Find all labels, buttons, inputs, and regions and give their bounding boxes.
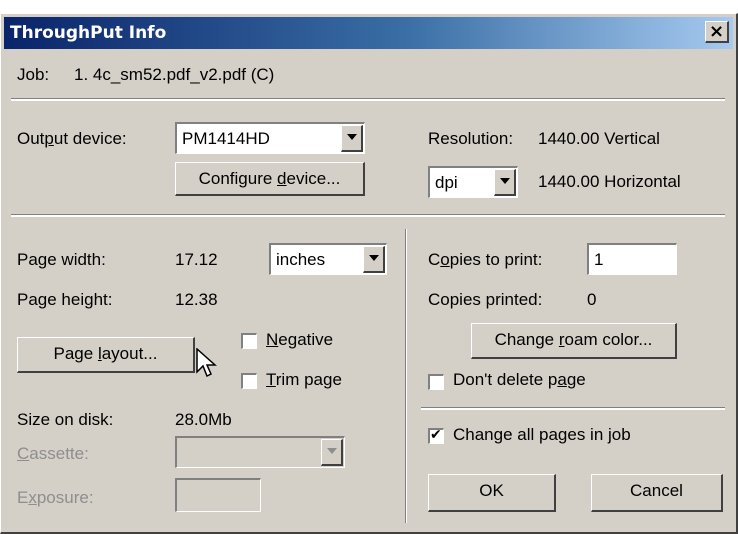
dont-delete-page-label[interactable]: Don't delete page	[453, 370, 586, 390]
separator	[11, 98, 725, 101]
cassette-label: Cassette:	[17, 444, 89, 463]
change-all-pages-label[interactable]: Change all pages in job	[453, 425, 631, 445]
resolution-horizontal: 1440.00 Horizontal	[538, 172, 681, 191]
page-width-label: Page width:	[17, 250, 106, 269]
exposure-field	[175, 478, 261, 512]
page-width-value: 17.12	[175, 250, 218, 269]
configure-device-button[interactable]: Configure device...	[175, 162, 365, 196]
cancel-button[interactable]: Cancel	[591, 474, 723, 512]
chevron-down-icon[interactable]	[341, 125, 363, 152]
chevron-down-icon	[321, 439, 343, 466]
copies-printed-value: 0	[587, 290, 597, 309]
close-icon: ×	[708, 21, 725, 42]
dont-delete-page-checkbox[interactable]	[428, 374, 444, 390]
window-title: ThroughPut Info	[10, 23, 167, 43]
job-label: Job:	[17, 65, 50, 84]
page-layout-button[interactable]: Page layout...	[17, 337, 195, 373]
chevron-down-icon[interactable]	[494, 169, 516, 196]
output-device-select[interactable]: PM1414HD	[175, 122, 365, 154]
page-height-label: Page height:	[17, 290, 113, 309]
title-bar[interactable]: ThroughPut Info ×	[4, 17, 733, 49]
output-device-label: Output device:	[17, 129, 127, 148]
job-value: 1. 4c_sm52.pdf_v2.pdf (C)	[74, 65, 275, 84]
change-roam-color-button[interactable]: Change roam color...	[471, 323, 677, 359]
chevron-down-icon[interactable]	[363, 246, 385, 273]
vertical-separator	[405, 229, 407, 523]
ok-button[interactable]: OK	[428, 474, 556, 512]
copies-printed-label: Copies printed:	[428, 290, 543, 309]
separator	[421, 407, 725, 410]
output-device-value: PM1414HD	[182, 129, 270, 148]
checkmark-icon: ✔	[430, 427, 442, 443]
negative-label[interactable]: Negative	[266, 330, 333, 350]
close-button[interactable]: ×	[705, 21, 729, 43]
cassette-select	[175, 436, 345, 468]
page-unit-select[interactable]: inches	[269, 243, 387, 275]
mouse-pointer-icon	[196, 348, 217, 378]
resolution-label: Resolution:	[428, 129, 514, 148]
copies-to-print-input[interactable]: 1	[587, 243, 677, 275]
resolution-vertical: 1440.00 Vertical	[538, 129, 660, 148]
change-all-pages-checkbox[interactable]: ✔	[428, 427, 444, 444]
size-on-disk-value: 28.0Mb	[175, 410, 232, 429]
size-on-disk-label: Size on disk:	[17, 410, 114, 429]
throughput-info-dialog: ThroughPut Info × Job: 1. 4c_sm52.pdf_v2…	[0, 13, 738, 534]
copies-to-print-label: Copies to print:	[428, 250, 543, 269]
resolution-unit-value: dpi	[435, 173, 458, 192]
separator	[11, 214, 725, 217]
negative-checkbox[interactable]	[241, 333, 257, 349]
exposure-label: Exposure:	[17, 488, 94, 507]
resolution-unit-select[interactable]: dpi	[428, 166, 518, 198]
copies-to-print-value: 1	[594, 250, 604, 269]
page-height-value: 12.38	[175, 290, 218, 309]
trim-page-label[interactable]: Trim page	[266, 370, 342, 390]
trim-page-checkbox[interactable]	[241, 373, 257, 389]
page-unit-value: inches	[276, 250, 326, 269]
